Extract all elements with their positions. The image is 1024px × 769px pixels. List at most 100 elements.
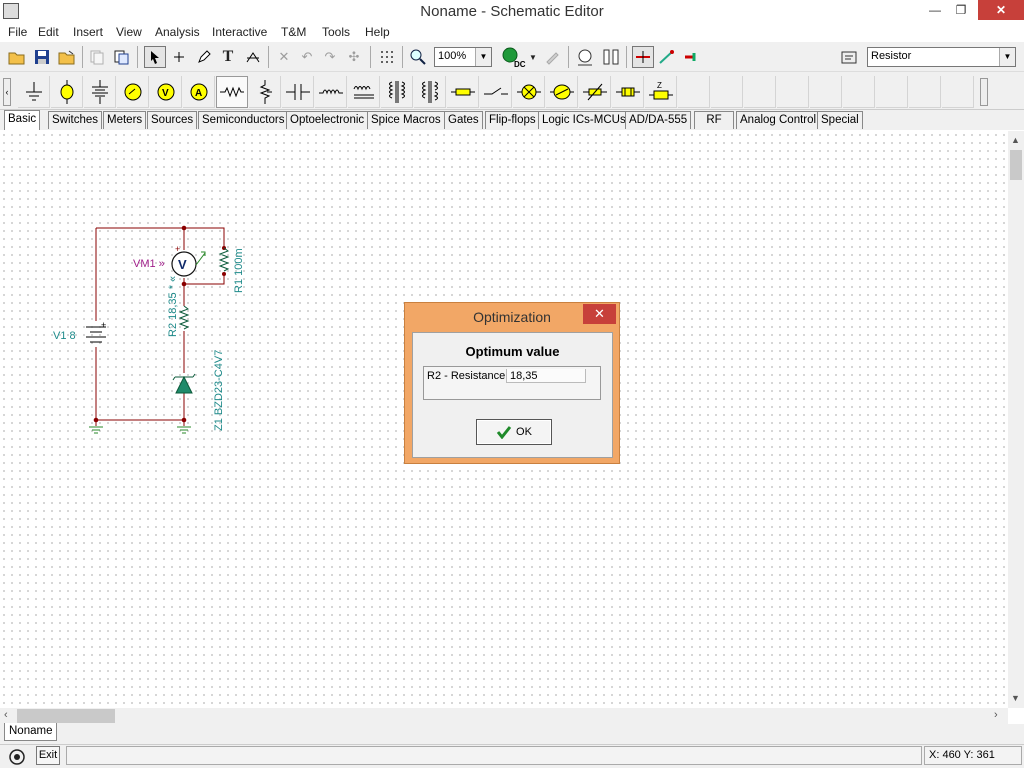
resistor-r1-symbol: [218, 247, 230, 272]
tab-ad-da[interactable]: AD/DA-555: [625, 111, 692, 129]
ok-button[interactable]: OK: [476, 419, 552, 445]
zoom-button[interactable]: [407, 46, 429, 68]
delete-button[interactable]: ✕: [273, 46, 295, 68]
checkmark-icon: [496, 426, 512, 439]
palette-ground[interactable]: [18, 76, 50, 108]
palette-motor[interactable]: [546, 76, 578, 108]
tab-optoelectronic[interactable]: Optoelectronic: [286, 111, 369, 129]
tab-logic-ics[interactable]: Logic ICs-MCUs: [538, 111, 630, 129]
palette-cell[interactable]: [612, 76, 644, 108]
gauge-icon: [603, 49, 619, 65]
palette-inductor[interactable]: [315, 76, 347, 108]
exit-button[interactable]: Exit: [36, 746, 60, 765]
optimization-dialog: Optimization ✕ Optimum value R2 - Resist…: [404, 302, 620, 464]
result-list[interactable]: R2 - Resistance 18,35: [423, 366, 601, 400]
scroll-down-icon[interactable]: ▼: [1011, 693, 1020, 703]
probe-button[interactable]: [541, 46, 563, 68]
tab-analog-control[interactable]: Analog Control: [736, 111, 821, 129]
status-icon[interactable]: [5, 748, 29, 766]
palette-coupled-inductor[interactable]: [348, 76, 380, 108]
tab-meters[interactable]: Meters: [103, 111, 147, 129]
open-button[interactable]: [6, 46, 28, 68]
impedance-icon: Z: [648, 81, 673, 99]
menu-file[interactable]: File: [8, 25, 27, 39]
menu-tm[interactable]: T&M: [281, 25, 306, 39]
wire-tool[interactable]: [168, 46, 190, 68]
scroll-right-icon[interactable]: ›: [994, 709, 998, 721]
graphic-tool[interactable]: [242, 46, 264, 68]
menu-edit[interactable]: Edit: [38, 25, 59, 39]
grid-button[interactable]: [376, 46, 398, 68]
palette-voltmeter[interactable]: V: [150, 76, 182, 108]
save-button[interactable]: [31, 46, 53, 68]
dc-dropdown-button[interactable]: ▼: [527, 46, 539, 68]
tab-noname[interactable]: Noname: [4, 723, 58, 741]
palette-scroll-right[interactable]: [980, 78, 988, 106]
palette-scroll-left[interactable]: ‹: [3, 78, 11, 106]
close-button[interactable]: ✕: [978, 0, 1024, 20]
horizontal-scroll-thumb[interactable]: [17, 709, 115, 723]
menu-analysis[interactable]: Analysis: [155, 25, 200, 39]
tab-rf[interactable]: RF: [694, 111, 734, 129]
palette-ammeter[interactable]: A: [183, 76, 215, 108]
tab-semiconductors[interactable]: Semiconductors: [198, 111, 289, 129]
coupled-inductor-icon: [353, 85, 374, 98]
scroll-left-icon[interactable]: ‹: [4, 709, 8, 721]
palette-battery[interactable]: [84, 76, 116, 108]
palette-varistor[interactable]: [579, 76, 611, 108]
palette-switch[interactable]: [480, 76, 512, 108]
menu-interactive[interactable]: Interactive: [212, 25, 267, 39]
tab-sources[interactable]: Sources: [147, 111, 198, 129]
zoom-select[interactable]: 100% ▼: [434, 47, 492, 67]
connector-button[interactable]: [680, 46, 702, 68]
rotate-button[interactable]: ✣: [343, 46, 365, 68]
open-project-button[interactable]: [56, 46, 78, 68]
copy-button[interactable]: [86, 46, 108, 68]
scroll-up-icon[interactable]: ▲: [1011, 135, 1020, 145]
palette-fuse[interactable]: [447, 76, 479, 108]
ammeter-tool[interactable]: [600, 46, 622, 68]
component-palette: ‹ V A Z: [0, 72, 1024, 110]
palette-bulb[interactable]: [513, 76, 545, 108]
pencil-tool[interactable]: [193, 46, 215, 68]
dialog-close-button[interactable]: ✕: [583, 304, 616, 324]
route-button[interactable]: [656, 46, 678, 68]
vertical-scroll-thumb[interactable]: [1010, 150, 1022, 180]
dc-analysis-button[interactable]: DC: [500, 46, 528, 68]
paste-button[interactable]: [110, 46, 132, 68]
menu-tools[interactable]: Tools: [322, 25, 350, 39]
connector-icon: [685, 53, 696, 61]
wire-mode-button[interactable]: [632, 46, 654, 68]
undo-button[interactable]: ↶: [296, 46, 318, 68]
menu-insert[interactable]: Insert: [73, 25, 103, 39]
redo-button[interactable]: ↷: [319, 46, 341, 68]
tab-special[interactable]: Special: [817, 111, 863, 129]
tab-gates[interactable]: Gates: [444, 111, 483, 129]
palette-capacitor[interactable]: [282, 76, 314, 108]
route-icon: [659, 50, 674, 64]
horizontal-scrollbar[interactable]: ‹ ›: [0, 708, 1008, 724]
rotate-icon: ✣: [348, 49, 360, 64]
menu-view[interactable]: View: [116, 25, 142, 39]
tab-basic[interactable]: Basic: [4, 110, 41, 130]
palette-tabs: Basic Switches Meters Sources Semiconduc…: [0, 110, 1024, 130]
palette-impedance[interactable]: Z: [645, 76, 677, 108]
tab-switches[interactable]: Switches: [48, 111, 103, 129]
component-select[interactable]: Resistor ▼: [867, 47, 1016, 67]
text-tool[interactable]: T: [217, 46, 239, 68]
menu-help[interactable]: Help: [365, 25, 390, 39]
palette-potentiometer[interactable]: [249, 76, 281, 108]
palette-transformer[interactable]: [381, 76, 413, 108]
restore-button[interactable]: ❐: [944, 0, 978, 20]
vertical-scrollbar[interactable]: ▲ ▼: [1008, 131, 1024, 708]
tab-spice-macros[interactable]: Spice Macros: [367, 111, 445, 129]
palette-resistor[interactable]: [216, 76, 248, 108]
palette-current-source[interactable]: [117, 76, 149, 108]
select-tool[interactable]: [144, 46, 166, 68]
palette-lamp[interactable]: [51, 76, 83, 108]
palette-transformer-3[interactable]: [414, 76, 446, 108]
component-library-button[interactable]: [838, 46, 860, 68]
switch-icon: [483, 87, 508, 94]
tab-flip-flops[interactable]: Flip-flops: [485, 111, 540, 129]
voltmeter-tool[interactable]: [574, 46, 596, 68]
